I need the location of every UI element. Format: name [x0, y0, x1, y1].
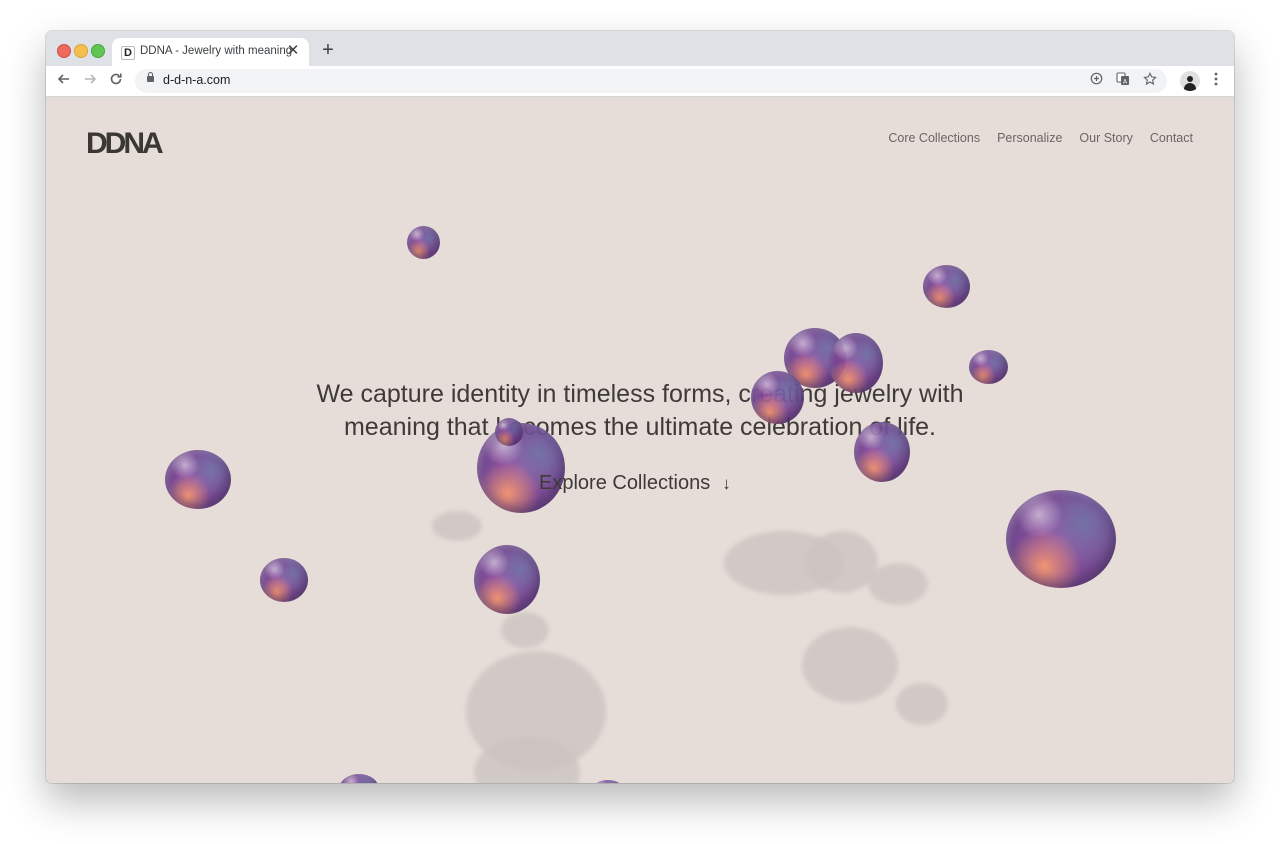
avatar[interactable] — [1180, 71, 1200, 91]
pearl-bubble — [495, 418, 523, 446]
close-tab-icon[interactable]: ✕ — [285, 43, 301, 59]
nav-personalize[interactable]: Personalize — [997, 131, 1062, 145]
nav-contact[interactable]: Contact — [1150, 131, 1193, 145]
bubble-shadow — [802, 627, 898, 703]
pearl-bubble — [165, 450, 231, 509]
translate-icon[interactable]: A — [1114, 72, 1132, 90]
pearl-bubble — [969, 350, 1008, 384]
maximize-window-button[interactable] — [91, 44, 105, 58]
favicon-icon: D — [121, 46, 135, 60]
ddna-logo[interactable]: DDNA — [86, 127, 164, 161]
pearl-bubble — [260, 558, 308, 602]
pearl-bubble — [407, 226, 440, 259]
url-text[interactable]: d-d-n-a.com — [163, 73, 230, 87]
hero-line-1: We capture identity in timeless forms, c… — [316, 380, 964, 408]
bookmark-star-icon[interactable] — [1141, 72, 1159, 90]
tab-title: DDNA - Jewelry with meaning — [140, 45, 293, 57]
minimize-window-button[interactable] — [74, 44, 88, 58]
pearl-bubble — [923, 265, 970, 308]
website-page: DDNA Core Collections Personalize Our St… — [46, 97, 1234, 783]
hero-line-2: meaning that becomes the ultimate celebr… — [343, 413, 936, 441]
pearl-bubble — [829, 333, 883, 393]
tab-strip: D DDNA - Jewelry with meaning ✕ + — [46, 31, 1234, 66]
cta-label: Explore Collections — [539, 472, 711, 494]
new-tab-button[interactable]: + — [318, 40, 338, 60]
bubble-shadow — [501, 612, 549, 648]
lock-icon — [147, 72, 154, 82]
browser-toolbar: d-d-n-a.com A — [46, 66, 1234, 97]
pearl-bubble — [1006, 490, 1116, 588]
explore-collections-link[interactable]: Explore Collections ↓ — [539, 472, 731, 495]
forward-icon[interactable] — [80, 72, 100, 90]
pearl-bubble — [591, 780, 625, 783]
address-bar[interactable]: d-d-n-a.com A — [135, 69, 1167, 93]
reload-icon[interactable] — [106, 72, 126, 90]
browser-tab[interactable]: D DDNA - Jewelry with meaning ✕ — [112, 38, 309, 66]
back-icon[interactable] — [54, 72, 74, 90]
close-window-button[interactable] — [57, 44, 71, 58]
hero-statement: We capture identity in timeless forms, c… — [46, 378, 1234, 444]
zoom-icon[interactable] — [1087, 72, 1105, 90]
bubble-shadow — [432, 511, 482, 541]
nav-core-collections[interactable]: Core Collections — [888, 131, 980, 145]
browser-window: D DDNA - Jewelry with meaning ✕ + d-d-n-… — [46, 31, 1234, 783]
arrow-down-icon: ↓ — [722, 474, 731, 493]
pearl-bubble — [751, 371, 804, 424]
main-nav: Core Collections Personalize Our Story C… — [888, 131, 1193, 145]
menu-icon[interactable] — [1208, 72, 1224, 90]
pearl-bubble — [339, 774, 379, 783]
pearl-bubble — [474, 545, 540, 614]
nav-our-story[interactable]: Our Story — [1079, 131, 1133, 145]
bubble-shadow — [896, 683, 948, 725]
pearl-bubble — [854, 422, 910, 482]
bubble-shadow — [868, 563, 928, 605]
